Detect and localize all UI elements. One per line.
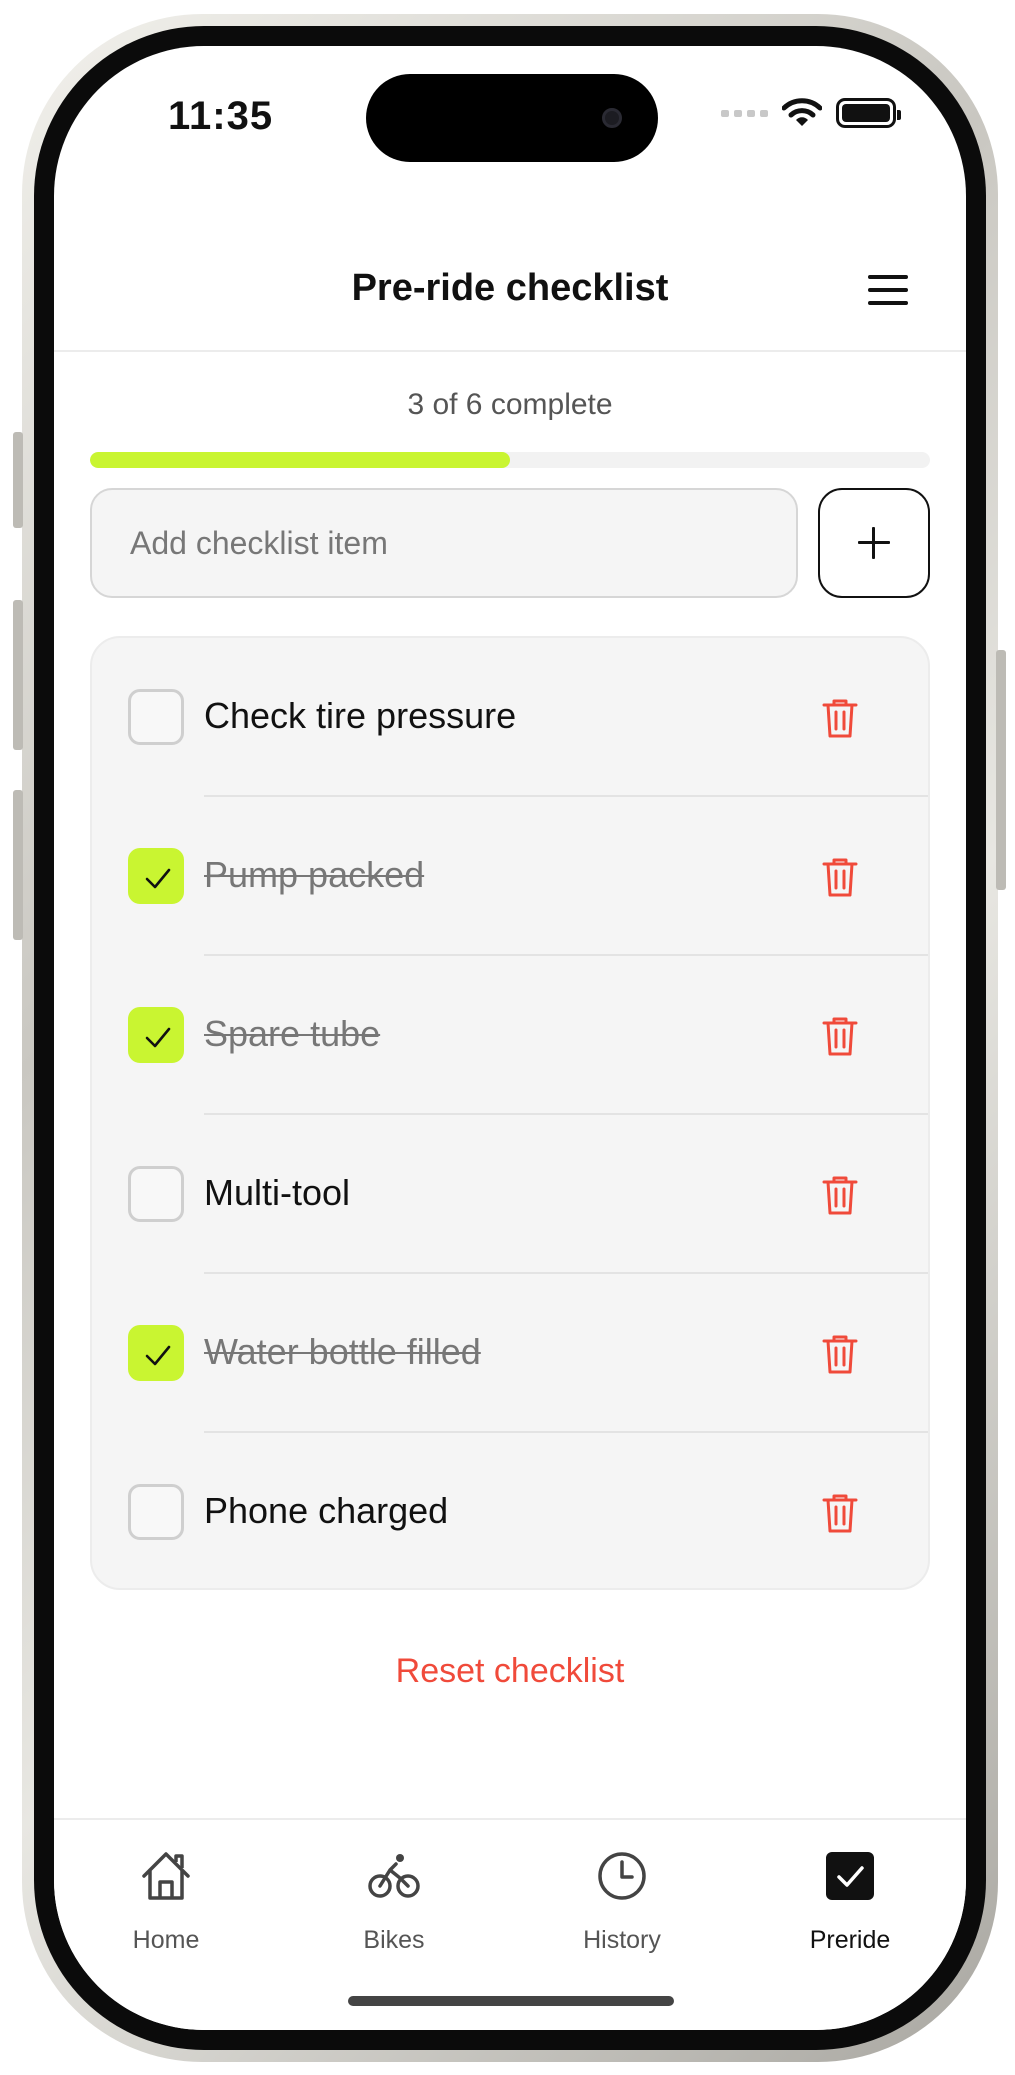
bike-icon bbox=[368, 1854, 420, 1898]
delete-item-button[interactable] bbox=[820, 1491, 860, 1535]
camera-icon bbox=[602, 108, 622, 128]
tab-home-label: Home bbox=[132, 1926, 200, 1954]
tab-preride[interactable]: Preride bbox=[750, 1848, 950, 1978]
checklist: Check tire pressure Pump packed Spare tube… bbox=[90, 636, 930, 1590]
item-label: Check tire pressure bbox=[204, 695, 517, 736]
status-icons bbox=[721, 98, 901, 128]
tab-home[interactable]: Home bbox=[66, 1848, 266, 1978]
menu-button[interactable] bbox=[868, 275, 908, 305]
trash-icon bbox=[822, 1494, 858, 1533]
item-checkbox[interactable] bbox=[128, 1007, 184, 1063]
checklist-item: Phone charged bbox=[92, 1433, 928, 1588]
tab-history-label: History bbox=[583, 1926, 661, 1954]
item-checkbox[interactable] bbox=[128, 1325, 184, 1381]
tab-preride-label: Preride bbox=[809, 1926, 891, 1954]
item-label: Water bottle filled bbox=[204, 1331, 481, 1372]
clock-icon bbox=[598, 1852, 646, 1900]
item-label: Phone charged bbox=[204, 1490, 449, 1531]
plus-icon bbox=[858, 527, 890, 559]
action-button bbox=[13, 432, 23, 528]
delete-item-button[interactable] bbox=[820, 696, 860, 740]
checklist-item: Spare tube bbox=[92, 956, 928, 1115]
hamburger-icon bbox=[868, 275, 908, 279]
checklist-item: Check tire pressure bbox=[92, 638, 928, 797]
tab-bikes[interactable]: Bikes bbox=[294, 1848, 494, 1978]
add-item-button[interactable] bbox=[818, 488, 930, 598]
delete-item-button[interactable] bbox=[820, 1014, 860, 1058]
progress-text: 3 of 6 complete bbox=[407, 388, 613, 421]
item-label: Pump packed bbox=[204, 854, 425, 895]
checklist-item: Pump packed bbox=[92, 797, 928, 956]
volume-up-button bbox=[13, 600, 23, 750]
trash-icon bbox=[822, 1335, 858, 1374]
status-time: 11:35 bbox=[168, 94, 274, 138]
checklist-item: Water bottle filled bbox=[92, 1274, 928, 1433]
item-label: Spare tube bbox=[204, 1013, 381, 1054]
item-checkbox[interactable] bbox=[128, 1166, 184, 1222]
item-label: Multi-tool bbox=[204, 1172, 351, 1213]
trash-icon bbox=[822, 1017, 858, 1056]
item-checkbox[interactable] bbox=[128, 1484, 184, 1540]
checkmark-icon bbox=[145, 868, 171, 889]
delete-item-button[interactable] bbox=[820, 1173, 860, 1217]
checkmark-icon bbox=[145, 1345, 171, 1366]
trash-icon bbox=[822, 858, 858, 897]
trash-icon bbox=[822, 699, 858, 738]
checkbox-icon bbox=[826, 1852, 874, 1900]
item-checkbox[interactable] bbox=[128, 848, 184, 904]
progress-fill bbox=[90, 452, 510, 468]
reset-checklist-button[interactable]: Reset checklist bbox=[54, 1652, 966, 1691]
screen: 11:35 Pre-ride checklist 3 of 6 complete bbox=[54, 46, 966, 2030]
item-checkbox[interactable] bbox=[128, 689, 184, 745]
checklist-item: Multi-tool bbox=[92, 1115, 928, 1274]
dynamic-island bbox=[366, 74, 658, 162]
checkmark-icon bbox=[145, 1027, 171, 1048]
home-icon bbox=[142, 1852, 190, 1900]
volume-down-button bbox=[13, 790, 23, 940]
progress-bar bbox=[90, 452, 930, 468]
app-header: Pre-ride checklist bbox=[54, 222, 966, 352]
trash-icon bbox=[822, 1176, 858, 1215]
page-title: Pre-ride checklist bbox=[351, 267, 669, 309]
wifi-icon bbox=[782, 98, 822, 126]
tab-bikes-label: Bikes bbox=[363, 1926, 425, 1954]
cellular-signal-icon bbox=[721, 109, 768, 117]
delete-item-button[interactable] bbox=[820, 855, 860, 899]
battery-icon bbox=[836, 98, 901, 128]
power-button bbox=[996, 650, 1006, 890]
home-indicator[interactable] bbox=[348, 1996, 674, 2006]
delete-item-button[interactable] bbox=[820, 1332, 860, 1376]
add-item-input[interactable] bbox=[90, 488, 798, 598]
tab-history[interactable]: History bbox=[522, 1848, 722, 1978]
